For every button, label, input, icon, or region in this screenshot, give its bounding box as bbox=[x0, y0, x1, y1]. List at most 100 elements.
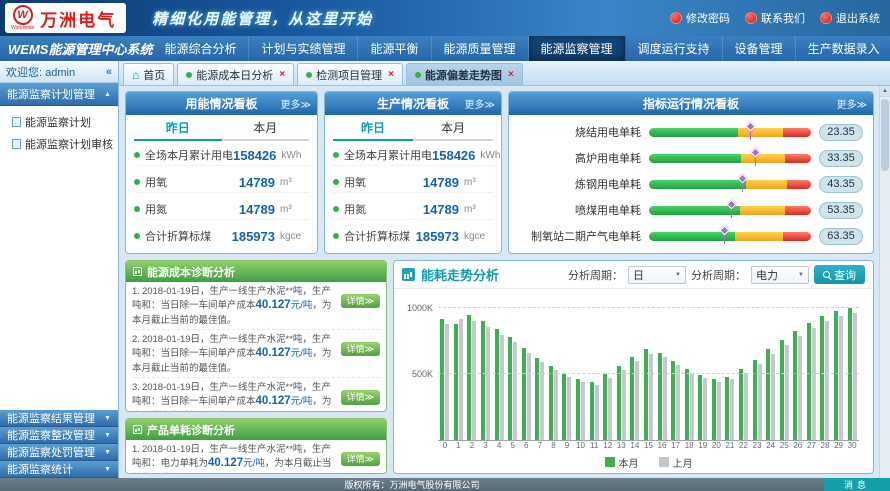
panel-title: 生产情况看板 bbox=[377, 95, 449, 112]
nav-item[interactable]: 设备管理 bbox=[723, 36, 796, 61]
sidebar-section-header[interactable]: 能源监察处罚管理▼ bbox=[0, 444, 118, 461]
chevron-down-icon: ▼ bbox=[104, 466, 111, 473]
indicator-bar bbox=[649, 232, 811, 241]
bar-本月 bbox=[549, 366, 553, 440]
tab[interactable]: 能源成本日分析× bbox=[177, 63, 294, 85]
sidebar-section-header[interactable]: 能源监察整改管理▼ bbox=[0, 427, 118, 444]
scroll-up-icon[interactable]: ▲ bbox=[880, 86, 890, 97]
query-button[interactable]: 查询 bbox=[814, 265, 865, 284]
trend-controls: 分析周期： 日 ▼ 分析周期： 电力 ▼ bbox=[568, 265, 865, 284]
app-window: W Worldwide 万洲电气 精细化用能管理，从这里开始 修改密码联系我们退… bbox=[0, 0, 890, 491]
type-select[interactable]: 电力 ▼ bbox=[751, 266, 809, 284]
sidebar-section-header-expanded[interactable]: 能源监察计划管理 ▲ bbox=[0, 83, 118, 106]
nav-item[interactable]: 能源平衡 bbox=[358, 36, 431, 61]
bar-上月 bbox=[663, 357, 667, 440]
subtab[interactable]: 本月 bbox=[222, 118, 310, 141]
subtab[interactable]: 昨日 bbox=[134, 118, 222, 141]
main-area: ⌂首页能源成本日分析×检测项目管理×能源偏差走势图× 用能情况看板 更多≫ 昨日… bbox=[119, 61, 890, 478]
x-tick-label: 27 bbox=[805, 441, 819, 453]
nav-item[interactable]: 调度运行支持 bbox=[626, 36, 723, 61]
detail-button[interactable]: 详情≫ bbox=[341, 342, 380, 356]
indicator-label: 烧结用电单耗 bbox=[519, 124, 641, 140]
diagnosis-item: 详情≫1.2018-01-19日，生产一线生产水泥**吨，生产吨和：电力单耗为4… bbox=[132, 443, 380, 473]
kb-value: 185973 bbox=[416, 229, 459, 244]
production-panel-header: 生产情况看板 更多≫ bbox=[325, 92, 501, 115]
bar-group bbox=[506, 295, 520, 440]
indicator-value-badge: 23.35 bbox=[819, 124, 863, 141]
bar-本月 bbox=[753, 360, 757, 440]
subtab[interactable]: 昨日 bbox=[333, 118, 413, 141]
collapse-sidebar-icon[interactable]: « bbox=[106, 66, 112, 78]
main-nav-items: 能源综合分析计划与实绩管理能源平衡能源质量管理能源监察管理调度运行支持设备管理生… bbox=[152, 36, 890, 61]
tab[interactable]: 检测项目管理× bbox=[297, 63, 403, 85]
sidebar-tree-item[interactable]: 能源监察计划 bbox=[3, 111, 115, 133]
close-icon[interactable]: × bbox=[279, 69, 285, 80]
diag-unit: 元/吨 bbox=[291, 396, 313, 407]
welcome-bar: 欢迎您: admin « bbox=[0, 61, 118, 83]
bar-上月 bbox=[703, 378, 707, 440]
bullet-icon bbox=[333, 233, 339, 239]
indicator-row: 制氧站二期产气电单耗63.35 bbox=[519, 228, 863, 245]
subtab[interactable]: 本月 bbox=[413, 118, 493, 141]
bar-上月 bbox=[567, 377, 571, 440]
sidebar-tree-item[interactable]: 能源监察计划审核 bbox=[3, 133, 115, 155]
indicator-bar bbox=[649, 180, 811, 189]
bar-本月 bbox=[848, 308, 852, 440]
more-link[interactable]: 更多≫ bbox=[837, 92, 867, 115]
more-link[interactable]: 更多≫ bbox=[281, 92, 311, 115]
bar-group bbox=[832, 295, 846, 440]
tab[interactable]: ⌂首页 bbox=[123, 63, 174, 85]
x-tick-label: 2 bbox=[465, 441, 479, 453]
tab[interactable]: 能源偏差走势图 × bbox=[406, 63, 523, 85]
nav-item[interactable]: 生产数据录入 bbox=[796, 36, 890, 61]
trend-panel-header: 能耗走势分析 分析周期： 日 ▼ 分析周期： 电力 ▼ bbox=[394, 261, 873, 289]
close-icon[interactable]: × bbox=[388, 69, 394, 80]
search-icon bbox=[823, 271, 830, 278]
bar-上月 bbox=[622, 370, 626, 440]
kb-value: 14789 bbox=[423, 202, 459, 217]
period-select[interactable]: 日 ▼ bbox=[628, 266, 686, 284]
tab-label: 首页 bbox=[143, 67, 165, 83]
bar-本月 bbox=[535, 358, 539, 440]
nav-item[interactable]: 能源质量管理 bbox=[432, 36, 529, 61]
sidebar-collapsed-sections: 能源监察结果管理▼能源监察整改管理▼能源监察处罚管理▼能源监察统计▼ bbox=[0, 410, 118, 478]
header-link[interactable]: 联系我们 bbox=[745, 10, 805, 26]
scrollbar-thumb[interactable] bbox=[881, 99, 889, 171]
analysis-icon bbox=[133, 267, 142, 276]
tab-label: 能源偏差走势图 bbox=[425, 67, 502, 83]
bar-本月 bbox=[780, 340, 784, 440]
close-icon[interactable]: × bbox=[508, 69, 514, 80]
detail-button[interactable]: 详情≫ bbox=[341, 294, 380, 308]
kb-unit: m³ bbox=[280, 204, 309, 215]
system-title: WEMS能源管理中心系统 bbox=[0, 36, 152, 61]
header-link[interactable]: 退出系统 bbox=[820, 10, 880, 26]
sidebar-section-header[interactable]: 能源监察结果管理▼ bbox=[0, 410, 118, 427]
legend-swatch bbox=[605, 457, 615, 467]
x-tick-label: 21 bbox=[723, 441, 737, 453]
message-button[interactable]: 消息 bbox=[824, 478, 890, 491]
bar-本月 bbox=[820, 316, 824, 440]
bar-本月 bbox=[495, 329, 499, 440]
x-tick-label: 29 bbox=[832, 441, 846, 453]
bar-本月 bbox=[739, 369, 743, 440]
kb-value: 14789 bbox=[239, 202, 275, 217]
production-panel: 生产情况看板 更多≫ 昨日本月 全场本月累计用电158426kWh用氧14789… bbox=[324, 91, 502, 254]
sidebar-section-header[interactable]: 能源监察统计▼ bbox=[0, 461, 118, 478]
nav-item[interactable]: 能源综合分析 bbox=[152, 36, 249, 61]
nav-item[interactable]: 能源监察管理 bbox=[529, 36, 626, 61]
vertical-scrollbar[interactable]: ▲ bbox=[879, 86, 890, 478]
cost-diagnosis-panel: 能源成本诊断分析 详情≫1.2018-01-19日，生产一线生产水泥**吨，生产… bbox=[125, 260, 387, 412]
indicator-label: 制氧站二期产气电单耗 bbox=[519, 228, 641, 244]
bar-本月 bbox=[508, 337, 512, 440]
bar-group bbox=[710, 295, 724, 440]
legend-item: 本月 bbox=[605, 455, 639, 470]
bar-上月 bbox=[459, 319, 463, 440]
detail-button[interactable]: 详情≫ bbox=[341, 452, 380, 466]
bar-上月 bbox=[554, 370, 558, 440]
bar-group bbox=[791, 295, 805, 440]
detail-button[interactable]: 详情≫ bbox=[341, 390, 380, 404]
more-link[interactable]: 更多≫ bbox=[465, 92, 495, 115]
nav-item[interactable]: 计划与实绩管理 bbox=[249, 36, 358, 61]
header-link[interactable]: 修改密码 bbox=[670, 10, 730, 26]
bar-本月 bbox=[834, 311, 838, 440]
